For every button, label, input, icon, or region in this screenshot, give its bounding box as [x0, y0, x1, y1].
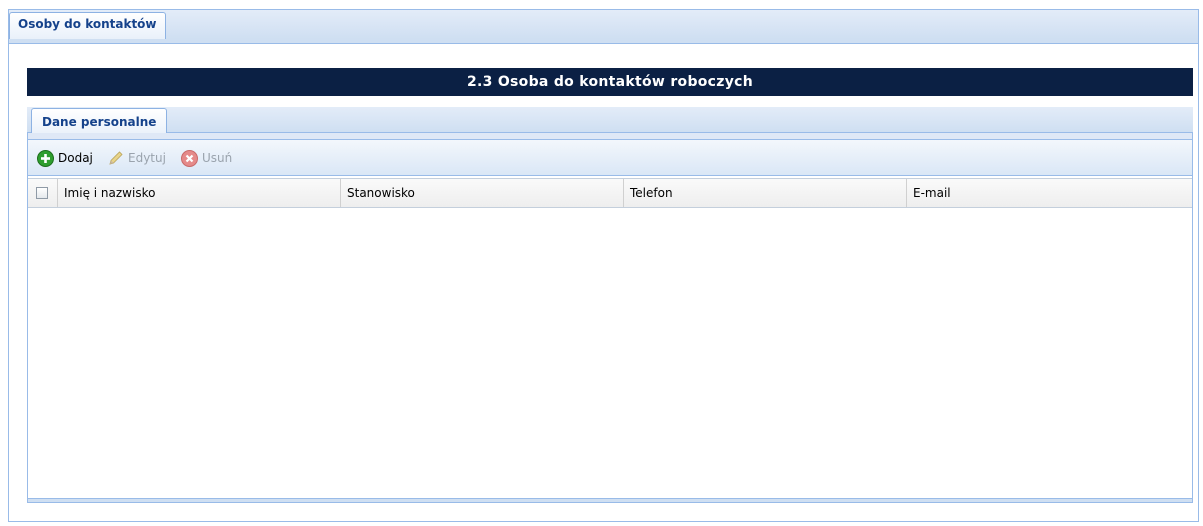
add-label: Dodaj	[58, 151, 93, 165]
x-circle-icon	[181, 149, 198, 167]
column-header-name[interactable]: Imię i nazwisko	[58, 179, 341, 207]
pencil-icon	[107, 150, 124, 167]
outer-tab-strip: Osoby do kontaktów	[8, 9, 1199, 40]
tab-label: Dane personalne	[42, 115, 157, 129]
contacts-grid-panel: Dodaj Edytuj Usuń Imię i nazwisko Stanow…	[27, 139, 1193, 503]
delete-button[interactable]: Usuń	[181, 148, 232, 168]
tab-dane-personalne[interactable]: Dane personalne	[31, 108, 168, 134]
inner-tab-strip: Dane personalne	[27, 107, 1193, 134]
grid-body	[28, 208, 1192, 498]
section-title: 2.3 Osoba do kontaktów roboczych	[27, 68, 1193, 96]
column-header-email[interactable]: E-mail	[907, 179, 1192, 207]
edit-label: Edytuj	[128, 151, 166, 165]
column-header-phone[interactable]: Telefon	[624, 179, 907, 207]
column-header-position[interactable]: Stanowisko	[341, 179, 624, 207]
select-all-cell	[28, 179, 58, 207]
tab-label: Osoby do kontaktów	[18, 17, 157, 31]
delete-label: Usuń	[202, 151, 233, 165]
edit-button[interactable]: Edytuj	[107, 148, 166, 168]
tab-osoby-do-kontaktow[interactable]: Osoby do kontaktów	[9, 12, 166, 40]
grid-footer	[28, 498, 1192, 502]
grid-header: Imię i nazwisko Stanowisko Telefon E-mai…	[28, 178, 1192, 208]
grid-toolbar: Dodaj Edytuj Usuń	[28, 140, 1192, 176]
plus-circle-icon	[37, 149, 54, 167]
select-all-checkbox[interactable]	[36, 187, 48, 199]
add-button[interactable]: Dodaj	[37, 148, 93, 168]
